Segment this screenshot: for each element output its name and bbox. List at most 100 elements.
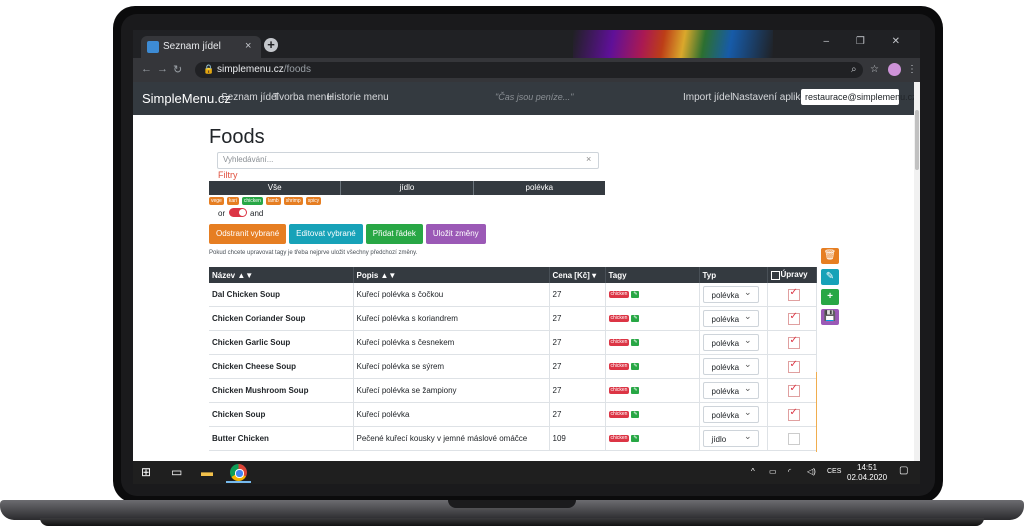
food-price[interactable]: 109 xyxy=(549,426,606,451)
type-select[interactable]: polévka xyxy=(702,380,759,399)
forward-icon[interactable]: → xyxy=(157,63,168,75)
tag-filter-chicken[interactable]: chicken xyxy=(241,197,263,205)
tag-filter-lamb[interactable]: lamb xyxy=(265,197,281,205)
food-price[interactable]: 27 xyxy=(549,330,606,355)
side-save-button[interactable]: 💾 xyxy=(821,309,839,325)
tag-filter-spicy[interactable]: spicy xyxy=(305,197,322,205)
category-all[interactable]: Vše xyxy=(209,181,342,195)
tray-chevron-icon[interactable]: ^ xyxy=(751,467,755,476)
type-select[interactable]: jídlo xyxy=(702,428,759,447)
tab-close-icon[interactable]: × xyxy=(245,40,251,52)
address-bar[interactable]: 🔒 simplemenu.cz/foods xyxy=(195,62,863,78)
tag-filter-kari[interactable]: kari xyxy=(226,197,239,205)
column-header-price[interactable]: Cena [Kč] ▾ xyxy=(549,267,606,283)
food-name[interactable]: Chicken Coriander Soup xyxy=(209,306,354,331)
edit-tags-icon[interactable]: ✎ xyxy=(631,291,640,299)
food-price[interactable]: 27 xyxy=(549,354,606,379)
add-row-button[interactable]: Přidat řádek xyxy=(365,224,423,244)
type-select[interactable]: polévka xyxy=(702,332,759,351)
notification-icon[interactable]: ▢ xyxy=(899,465,908,476)
food-price[interactable]: 27 xyxy=(549,402,606,427)
edit-tags-icon[interactable]: ✎ xyxy=(631,387,640,395)
edit-tags-icon[interactable]: ✎ xyxy=(631,363,640,371)
nav-link-import[interactable]: Import jídel xyxy=(683,92,732,103)
edit-checkbox[interactable] xyxy=(787,335,800,349)
bookmark-star-icon[interactable]: ☆ xyxy=(870,64,879,75)
side-add-button[interactable]: + xyxy=(821,289,839,305)
table-row[interactable]: Butter Chicken Pečené kuřecí kousky v jem… xyxy=(209,426,817,451)
browser-tab[interactable]: Seznam jídel × xyxy=(141,36,261,58)
filters-toggle[interactable]: Filtry xyxy=(218,170,238,180)
search-input[interactable]: Vyhledávání... × xyxy=(217,152,599,169)
food-name[interactable]: Chicken Soup xyxy=(209,402,354,427)
food-description[interactable]: Kuřecí polévka s česnekem xyxy=(353,330,550,355)
column-header-edit[interactable]: Úpravy xyxy=(767,267,817,283)
edit-checkbox[interactable] xyxy=(787,383,800,397)
food-name[interactable]: Butter Chicken xyxy=(209,426,354,451)
clock[interactable]: 14:51 02.04.2020 xyxy=(847,463,887,483)
food-description[interactable]: Kuřecí polévka se žampiony xyxy=(353,378,550,403)
task-view-icon[interactable]: ▭ xyxy=(171,465,182,479)
table-row[interactable]: Chicken Soup Kuřecí polévka 27 chicken ✎ polé… xyxy=(209,402,817,427)
type-select[interactable]: polévka xyxy=(702,404,759,423)
table-row[interactable]: Dal Chicken Soup Kuřecí polévka s čočkou 2… xyxy=(209,283,817,307)
category-soup[interactable]: polévka xyxy=(474,181,605,195)
food-price[interactable]: 27 xyxy=(549,283,606,307)
window-controls[interactable]: – ❐ ✕ xyxy=(824,36,912,47)
nav-link-foods[interactable]: Seznam jídel xyxy=(221,92,279,103)
profile-avatar[interactable] xyxy=(888,63,901,76)
type-select[interactable]: polévka xyxy=(702,356,759,375)
user-dropdown[interactable]: restaurace@simplemenu.cz ▾ xyxy=(801,89,920,105)
remove-selected-button[interactable]: Odstranit vybrané xyxy=(209,224,287,244)
table-row[interactable]: Chicken Cheese Soup Kuřecí polévka se sýr… xyxy=(209,354,817,379)
menu-kebab-icon[interactable]: ⋮ xyxy=(907,64,917,75)
nav-link-menu-builder[interactable]: Tvorba menu xyxy=(273,92,332,103)
back-icon[interactable]: ← xyxy=(141,63,152,75)
edit-checkbox[interactable] xyxy=(787,287,800,301)
column-header-description[interactable]: Popis ▲▼ xyxy=(353,267,550,283)
edit-tags-icon[interactable]: ✎ xyxy=(631,435,640,443)
zoom-icon[interactable]: ⌕ xyxy=(851,64,857,75)
side-remove-button[interactable]: 🗑 xyxy=(821,248,839,264)
tag-filter-shrimp[interactable]: shrimp xyxy=(283,197,303,205)
brand-logo[interactable]: SimpleMenu.cz xyxy=(142,91,231,106)
food-name[interactable]: Chicken Garlic Soup xyxy=(209,330,354,355)
edit-selected-button[interactable]: Editovat vybrané xyxy=(289,224,363,244)
type-select[interactable]: polévka xyxy=(702,308,759,327)
edit-tags-icon[interactable]: ✎ xyxy=(631,339,640,347)
table-row[interactable]: Chicken Coriander Soup Kuřecí polévka s k… xyxy=(209,306,817,331)
clear-search-icon[interactable]: × xyxy=(586,154,591,164)
edit-tags-icon[interactable]: ✎ xyxy=(631,411,640,419)
select-all-checkbox[interactable] xyxy=(770,270,780,280)
table-row[interactable]: Chicken Mushroom Soup Kuřecí polévka se ž… xyxy=(209,378,817,403)
side-edit-button[interactable]: ✎ xyxy=(821,269,839,285)
page-scrollbar-thumb[interactable] xyxy=(915,110,919,170)
category-meal[interactable]: jídlo xyxy=(341,181,474,195)
food-price[interactable]: 27 xyxy=(549,306,606,331)
edit-checkbox[interactable] xyxy=(787,311,800,325)
wifi-icon[interactable]: ◜ xyxy=(788,467,791,476)
save-changes-button[interactable]: Uložit změny xyxy=(425,224,486,244)
edit-tags-icon[interactable]: ✎ xyxy=(631,315,640,323)
table-row[interactable]: Chicken Garlic Soup Kuřecí polévka s česn… xyxy=(209,330,817,355)
nav-link-menu-history[interactable]: Historie menu xyxy=(327,92,389,103)
food-description[interactable]: Kuřecí polévka se sýrem xyxy=(353,354,550,379)
column-header-name[interactable]: Název ▲▼ xyxy=(209,267,354,283)
food-name[interactable]: Chicken Cheese Soup xyxy=(209,354,354,379)
volume-icon[interactable]: ◁) xyxy=(807,467,816,476)
tag-filter-vege[interactable]: vege xyxy=(209,197,224,205)
file-explorer-icon[interactable]: ▬ xyxy=(201,465,213,479)
food-description[interactable]: Kuřecí polévka s koriandrem xyxy=(353,306,550,331)
food-description[interactable]: Kuřecí polévka xyxy=(353,402,550,427)
chrome-taskbar-icon[interactable] xyxy=(230,464,247,481)
type-select[interactable]: polévka xyxy=(702,284,759,303)
edit-checkbox[interactable] xyxy=(787,407,800,421)
battery-icon[interactable]: ▭ xyxy=(769,467,777,476)
edit-checkbox[interactable] xyxy=(787,359,800,373)
food-price[interactable]: 27 xyxy=(549,378,606,403)
food-name[interactable]: Chicken Mushroom Soup xyxy=(209,378,354,403)
edit-checkbox[interactable] xyxy=(787,432,800,445)
new-tab-button[interactable]: + xyxy=(264,38,278,52)
language-indicator[interactable]: CES xyxy=(827,468,841,475)
food-description[interactable]: Kuřecí polévka s čočkou xyxy=(353,283,550,307)
